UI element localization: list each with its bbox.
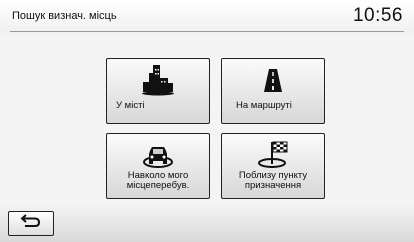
bottom-bar: [0, 205, 414, 242]
option-near-destination-label: Поблизу пункту призначення: [238, 170, 308, 191]
clock: 10:56: [352, 5, 403, 26]
city-buildings-icon: [107, 64, 209, 96]
option-around-location-button[interactable]: Навколо мого місцеперебув.: [106, 133, 210, 199]
option-around-location-label: Навколо мого місцеперебув.: [126, 170, 190, 191]
back-button[interactable]: [8, 211, 54, 236]
car-around-icon: [107, 139, 209, 171]
road-icon: [222, 64, 324, 96]
destination-flag-icon: [222, 139, 324, 171]
page-title: Пошук визнач. місць: [12, 10, 117, 22]
option-near-destination-button[interactable]: Поблизу пункту призначення: [221, 133, 325, 199]
option-in-city-button[interactable]: У місті: [106, 58, 210, 124]
back-arrow-icon: [20, 214, 42, 233]
option-on-route-label: На маршруті: [236, 100, 292, 111]
header-bar: Пошук визнач. місць 10:56: [0, 0, 414, 33]
option-in-city-label: У місті: [116, 100, 145, 111]
poi-search-screen: Пошук визнач. місць 10:56 У місті На мар…: [0, 0, 414, 242]
option-on-route-button[interactable]: На маршруті: [221, 58, 325, 124]
header-divider: [10, 31, 404, 32]
